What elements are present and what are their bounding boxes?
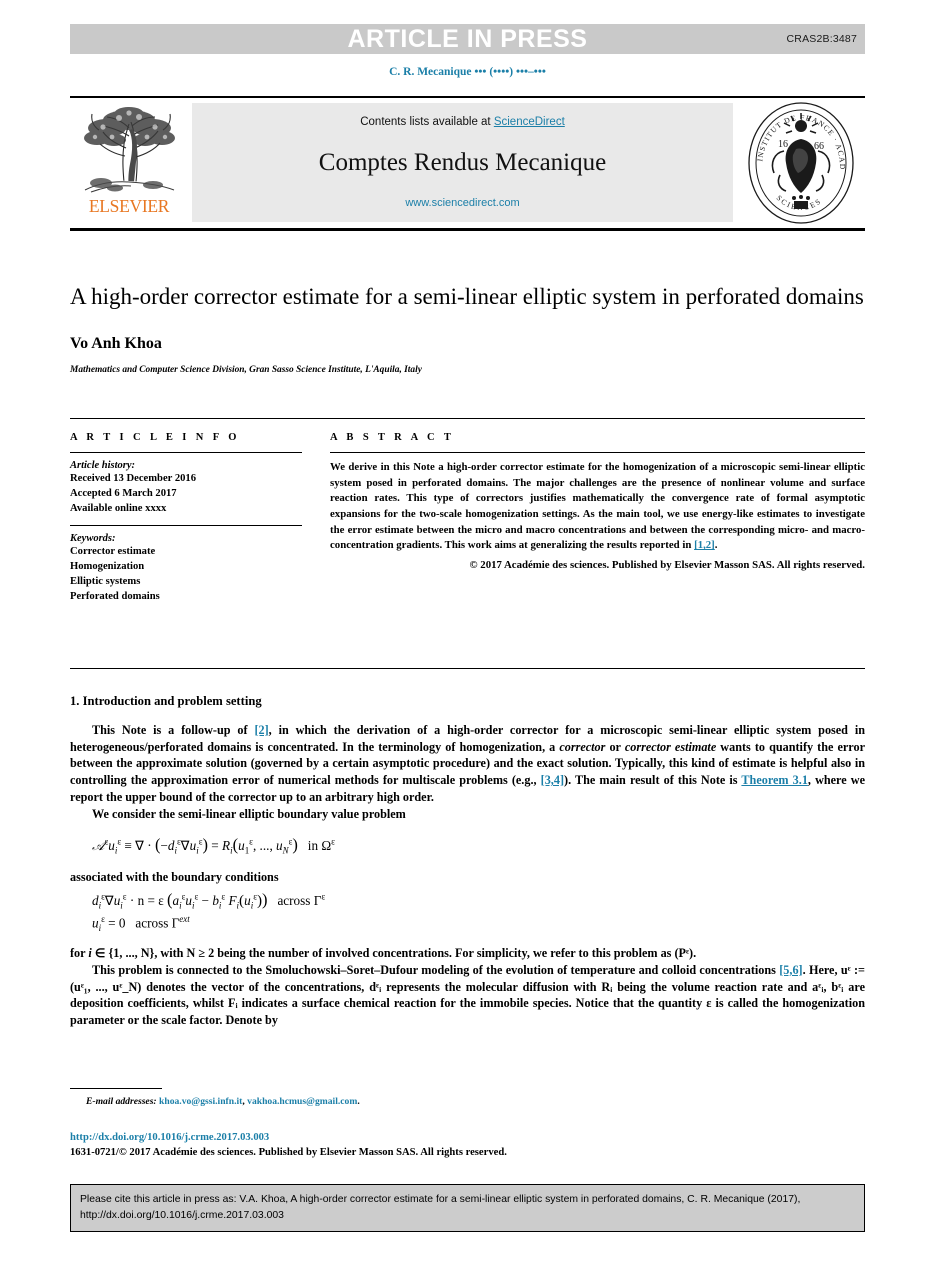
p1-text-a: This Note is a follow-up of [92, 723, 255, 737]
keyword-item-2: Elliptic systems [70, 576, 141, 588]
p1-text-c: or [605, 739, 625, 754]
p4-text-a: for [70, 946, 89, 961]
email-link-2[interactable]: vakhoa.hcmus@gmail.com [247, 1096, 357, 1107]
page-title: A high-order corrector estimate for a se… [70, 284, 864, 309]
email-link-1[interactable]: khoa.vo@gssi.infn.it [159, 1096, 242, 1107]
abstract-heading: A B S T R A C T [330, 432, 455, 443]
article-body: 1. Introduction and problem setting This… [70, 694, 865, 1029]
equation-2: diε∇uiε · n = ε (aiεuiε − biε Fi(uiε)) a… [92, 889, 326, 911]
email-addresses-label: E-mail addresses: [86, 1096, 157, 1107]
email-end-period: . [357, 1096, 360, 1107]
info-divider [70, 452, 302, 453]
keyword-item-3: Perforated domains [70, 591, 160, 603]
body-top-rule [70, 668, 865, 669]
equation-1: 𝒜εuiε ≡ ∇ · (−diε∇uiε) = Ri(u1ε, ..., uN… [92, 835, 335, 856]
abstract-reference-link[interactable]: [1,2] [694, 539, 715, 551]
abstract-column: A B S T R A C T We derive in this Note a… [330, 432, 865, 604]
journal-masthead: ELSEVIER Contents lists available at Sci… [70, 96, 865, 231]
p1-italic-corrector-estimate: corrector estimate [624, 739, 717, 754]
journal-running-head: C. R. Mecanique ••• (••••) •••–••• [389, 66, 546, 78]
footnote-rule [70, 1088, 162, 1089]
academy-seal-icon: INSTITUT DE FRANCE · ACADEMIE DES SCIENC… [746, 101, 854, 224]
footnote-emails: E-mail addresses: khoa.vo@gssi.infn.it, … [70, 1096, 865, 1107]
history-item-accepted: Accepted 6 March 2017 [70, 488, 177, 500]
keywords-block: Keywords: Corrector estimate Homogenizat… [70, 533, 302, 604]
masthead-center-panel: Contents lists available at ScienceDirec… [192, 103, 733, 222]
svg-text:66: 66 [814, 141, 824, 152]
section-heading-1: 1. Introduction and problem setting [70, 694, 262, 708]
elsevier-wordmark: ELSEVIER [88, 196, 170, 216]
info-top-rule [70, 418, 865, 419]
p1-text-e: ). The main result of this Note is [564, 773, 742, 788]
article-history-label: Article history: [70, 460, 136, 471]
abstract-part-2: . [714, 539, 718, 552]
ref-link-56[interactable]: [5,6] [779, 963, 802, 977]
body-paragraph-1: This Note is a follow-up of [2], in whic… [70, 722, 865, 806]
author-affiliation: Mathematics and Computer Science Divisio… [70, 365, 422, 376]
keyword-item-1: Homogenization [70, 561, 145, 573]
abstract-divider [330, 452, 865, 453]
article-info-heading: A R T I C L E I N F O [70, 432, 240, 443]
cite-this-article-box: Please cite this article in press as: V.… [70, 1184, 865, 1233]
keywords-divider [70, 525, 302, 527]
info-abstract-section: A R T I C L E I N F O Article history: R… [70, 432, 865, 604]
p5-text-a: This problem is connected to the Smoluch… [92, 962, 780, 977]
theorem-link[interactable]: Theorem 3.1 [741, 773, 808, 787]
history-item-received: Received 13 December 2016 [70, 473, 197, 484]
body-paragraph-3: associated with the boundary conditions [70, 869, 279, 884]
paper-page: ARTICLE IN PRESS CRAS2B:3487 C. R. Mecan… [0, 0, 935, 1266]
abstract-part-1: We derive in this Note a high-order corr… [330, 461, 865, 552]
journal-url-link[interactable]: www.sciencedirect.com [405, 197, 519, 209]
history-item-online: Available online xxxx [70, 503, 167, 515]
issn-copyright-line: 1631-0721/© 2017 Académie des sciences. … [70, 1147, 507, 1158]
abstract-text: We derive in this Note a high-order corr… [330, 460, 865, 554]
doi-link[interactable]: http://dx.doi.org/10.1016/j.crme.2017.03… [70, 1132, 269, 1143]
equation-3: uiε = 0 across Γext [92, 914, 190, 934]
p4-text-b: ∈ {1, ..., N}, with N ≥ 2 being the numb… [91, 946, 697, 961]
keyword-item-0: Corrector estimate [70, 546, 156, 558]
contents-prefix: Contents lists available at [360, 116, 494, 128]
abstract-copyright: © 2017 Académie des sciences. Published … [469, 558, 865, 571]
keywords-label: Keywords: [70, 533, 116, 545]
article-in-press-banner: ARTICLE IN PRESS CRAS2B:3487 [70, 24, 865, 54]
ref-link-2[interactable]: [2] [254, 723, 268, 737]
body-paragraph-2: We consider the semi-linear elliptic bou… [92, 806, 406, 821]
manuscript-code: CRAS2B:3487 [786, 33, 857, 45]
contents-available-line: Contents lists available at ScienceDirec… [360, 116, 565, 128]
elsevier-tree-icon [79, 104, 179, 197]
elsevier-logo: ELSEVIER [70, 98, 188, 228]
academie-des-sciences-logo: INSTITUT DE FRANCE · ACADEMIE DES SCIENC… [737, 98, 865, 228]
author-name: Vo Anh Khoa [70, 335, 162, 353]
body-paragraph-5: This problem is connected to the Smoluch… [70, 962, 865, 1029]
article-in-press-label: ARTICLE IN PRESS [347, 24, 588, 53]
body-paragraph-4: for i ∈ {1, ..., N}, with N ≥ 2 being th… [70, 945, 865, 962]
sciencedirect-link[interactable]: ScienceDirect [494, 116, 565, 128]
title-block: A high-order corrector estimate for a se… [70, 282, 865, 375]
ref-link-34[interactable]: [3,4] [541, 773, 564, 787]
article-info-column: A R T I C L E I N F O Article history: R… [70, 432, 302, 604]
svg-text:16: 16 [778, 139, 788, 150]
p1-italic-corrector: corrector [559, 739, 606, 754]
journal-title: Comptes Rendus Mecanique [318, 149, 607, 176]
